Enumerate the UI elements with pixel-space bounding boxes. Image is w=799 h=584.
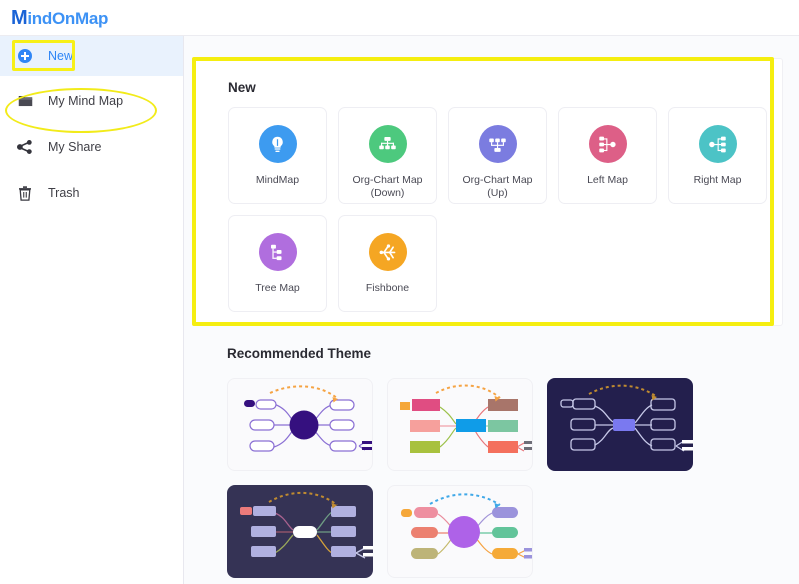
right-map-icon [698, 125, 737, 163]
theme-preview [401, 493, 532, 559]
theme-preview [400, 384, 532, 453]
template-card-right-map[interactable]: Right Map [668, 107, 767, 204]
main-content: New MindMap Org-Chart Map (Down) Org-Cha… [184, 36, 799, 584]
template-card-placeholder [448, 215, 547, 312]
theme-preview [240, 491, 373, 559]
trash-icon [14, 185, 36, 201]
sidebar-item-my-mind-map[interactable]: My Mind Map [0, 82, 183, 120]
theme-preview [560, 384, 693, 452]
template-card-label: Tree Map [255, 282, 300, 294]
template-card-grid: MindMap Org-Chart Map (Down) Org-Chart M… [228, 107, 767, 323]
sidebar-item-my-share[interactable]: My Share [0, 128, 183, 166]
sidebar-item-trash[interactable]: Trash [0, 174, 183, 212]
theme-card-midnight-white[interactable] [227, 485, 373, 578]
new-templates-panel: New MindMap Org-Chart Map (Down) Org-Cha… [193, 58, 783, 326]
sidebar-item-trash-label: Trash [48, 186, 80, 200]
template-card-placeholder [558, 215, 657, 312]
template-card-row: Tree Map Fishbone [228, 215, 767, 312]
plus-circle-icon [14, 49, 36, 63]
sidebar: New My Mind Map My Share Trash [0, 36, 184, 584]
app-logo[interactable]: MindOnMap [11, 7, 108, 30]
template-card-tree-map[interactable]: Tree Map [228, 215, 327, 312]
sidebar-item-my-mind-map-label: My Mind Map [48, 94, 124, 108]
lightbulb-icon [258, 125, 297, 163]
template-card-mindmap[interactable]: MindMap [228, 107, 327, 204]
org-chart-up-icon [478, 125, 517, 163]
top-bar: MindOnMap [0, 0, 799, 36]
share-icon [14, 140, 36, 154]
left-map-icon [588, 125, 627, 163]
template-card-fishbone[interactable]: Fishbone [338, 215, 437, 312]
template-card-label: MindMap [255, 174, 300, 186]
logo-text: indOnMap [27, 9, 109, 28]
app-window: MindOnMap New My Mind Map My Share Trash… [0, 0, 799, 584]
recommended-theme-title: Recommended Theme [227, 346, 372, 361]
recommended-theme-section: Recommended Theme [227, 346, 787, 578]
template-card-left-map[interactable]: Left Map [558, 107, 657, 204]
tree-map-icon [258, 233, 297, 271]
theme-card-lavender-bloom[interactable] [387, 485, 533, 578]
folder-icon [14, 94, 36, 108]
org-chart-down-icon [368, 125, 407, 163]
template-card-org-chart-down[interactable]: Org-Chart Map (Down) [338, 107, 437, 204]
new-section-title: New [228, 80, 256, 95]
logo-initial: M [11, 7, 28, 29]
theme-grid [227, 378, 787, 578]
template-card-label: Org-Chart Map (Down) [352, 174, 423, 199]
sidebar-item-new-label: New [48, 49, 74, 63]
theme-card-midnight-blue[interactable] [547, 378, 693, 471]
template-card-label: Org-Chart Map (Up) [462, 174, 533, 199]
theme-preview [244, 385, 372, 452]
template-card-label: Left Map [587, 174, 628, 186]
theme-card-classic-purple[interactable] [227, 378, 373, 471]
sidebar-item-new[interactable]: New [0, 36, 183, 76]
template-card-label: Right Map [693, 174, 742, 186]
sidebar-item-my-share-label: My Share [48, 140, 102, 154]
template-card-label: Fishbone [365, 282, 410, 294]
template-card-row: MindMap Org-Chart Map (Down) Org-Chart M… [228, 107, 767, 204]
theme-card-colorful-blocks[interactable] [387, 378, 533, 471]
template-card-org-chart-up[interactable]: Org-Chart Map (Up) [448, 107, 547, 204]
fishbone-icon [368, 233, 407, 271]
template-card-placeholder [668, 215, 767, 312]
